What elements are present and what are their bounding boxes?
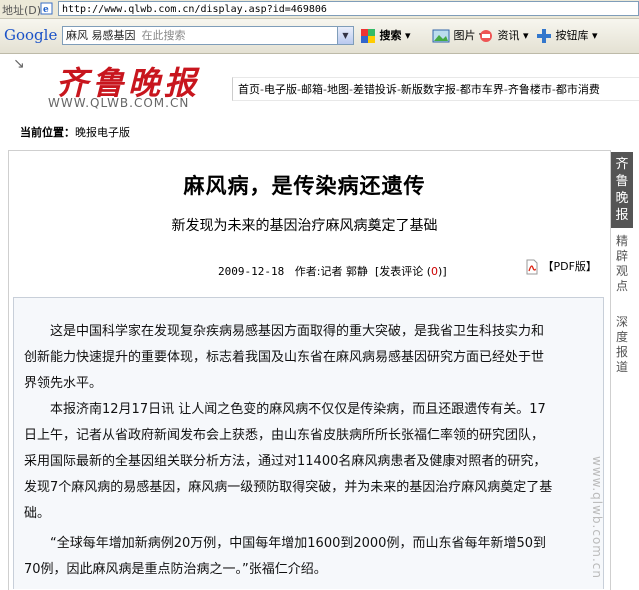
article-paragraph: 本报济南12月17日讯 让人闻之色变的麻风病不仅仅是传染病，而且还跟遗传有关。1… (24, 402, 553, 521)
side-link-opinion-label: 精辟观点 (615, 234, 628, 293)
nav-digital[interactable]: 新版数字报 (401, 83, 456, 96)
side-link-opinion[interactable]: 精辟观点 (611, 234, 633, 294)
pdf-icon (526, 259, 538, 275)
news-button-label: 资讯 (497, 29, 520, 42)
comment-count: 0 (431, 265, 439, 278)
url-input[interactable]: http://www.qlwb.com.cn/display.asp?id=46… (58, 1, 639, 16)
resize-arrow-icon: ↘ (13, 56, 25, 72)
toolbar-search-input[interactable]: 麻风 易感基因 在此搜索 ▼ (62, 26, 354, 45)
images-button[interactable]: 图片 ▾ (432, 25, 485, 47)
article-meta: 2009-12-18 作者:记者 郭静 [发表评论 (0)] (218, 263, 447, 279)
news-button[interactable]: 资讯 ▾ (478, 25, 529, 47)
search-value: 麻风 易感基因 (66, 29, 136, 42)
breadcrumb: 当前位置：晚报电子版 (20, 124, 130, 140)
search-placeholder: 在此搜索 (141, 29, 186, 42)
article-author: 作者:记者 郭静 (294, 265, 368, 278)
article-title: 麻风病，是传染病还遗传 (183, 173, 426, 198)
ie-page-icon: e (40, 2, 53, 15)
address-bar: 地址(D) e http://www.qlwb.com.cn/display.a… (0, 0, 639, 19)
search-button-label: 搜索 (379, 29, 402, 42)
pdf-link[interactable]: 【PDF版】 (525, 258, 597, 275)
search-dropdown-button[interactable]: ▼ (337, 27, 353, 44)
images-button-label: 图片 (453, 29, 476, 42)
article-subtitle: 新发现为未来的基因治疗麻风病奠定了基础 (171, 218, 438, 234)
side-watermark-url: www.qlwb.com.cn (590, 456, 604, 579)
nav-epaper[interactable]: 电子版 (264, 83, 297, 96)
article-date: 2009-12-18 (218, 265, 285, 278)
side-link-report-label: 深度报道 (615, 315, 628, 374)
nav-complaint[interactable]: 差错投诉 (353, 83, 397, 96)
plus-icon (537, 29, 551, 43)
nav-mail[interactable]: 邮箱 (301, 83, 323, 96)
google-logo[interactable]: Google (4, 26, 57, 44)
side-tab-label: 齐鲁晚报 (615, 157, 629, 223)
breadcrumb-current[interactable]: 晚报电子版 (75, 126, 130, 139)
side-link-report[interactable]: 深度报道 (611, 315, 633, 375)
comment-prefix: [发表评论 ( (374, 265, 432, 278)
nav-home[interactable]: 首页 (238, 83, 260, 96)
side-tab-qilu[interactable]: 齐鲁晚报 (611, 152, 633, 228)
nav-consumer[interactable]: 都市消费 (556, 83, 600, 96)
comment-suffix: )] (438, 265, 447, 278)
nav-auto[interactable]: 都市车界 (460, 83, 504, 96)
google-toolbar: Google 麻风 易感基因 在此搜索 ▼ 搜索 ▾ 图片 ▾ 资讯 ▾ 按钮库 … (0, 19, 639, 54)
search-button[interactable]: 搜索 ▾ (360, 25, 411, 47)
article-paragraph: 这是中国科学家在发现复杂疾病易感基因方面取得的重大突破，是我省卫生科技实力和创新… (24, 324, 545, 391)
article-paragraph: “全球每年增加新病例20万例，中国每年增加1600到2000例，而山东省每年新增… (24, 536, 546, 577)
svg-text:e: e (43, 5, 49, 15)
buttons-gallery-label: 按钮库 (555, 29, 589, 42)
google-g-icon (361, 29, 375, 43)
breadcrumb-label: 当前位置： (20, 126, 75, 139)
nav-map[interactable]: 地图 (327, 83, 349, 96)
news-icon (480, 30, 492, 42)
top-nav: 首页-电子版-邮箱-地图-差错投诉-新版数字报-都市车界-齐鲁楼市-都市消费 (232, 77, 639, 101)
site-logo-url: WWW.QLWB.COM.CN (48, 96, 190, 110)
nav-realestate[interactable]: 齐鲁楼市 (508, 83, 552, 96)
pdf-label: 【PDF版】 (542, 260, 597, 273)
address-label: 地址(D) (2, 4, 42, 17)
buttons-gallery-button[interactable]: 按钮库 ▾ (536, 25, 598, 47)
image-icon (432, 29, 450, 43)
comment-link[interactable]: [发表评论 (0)] (375, 265, 447, 278)
